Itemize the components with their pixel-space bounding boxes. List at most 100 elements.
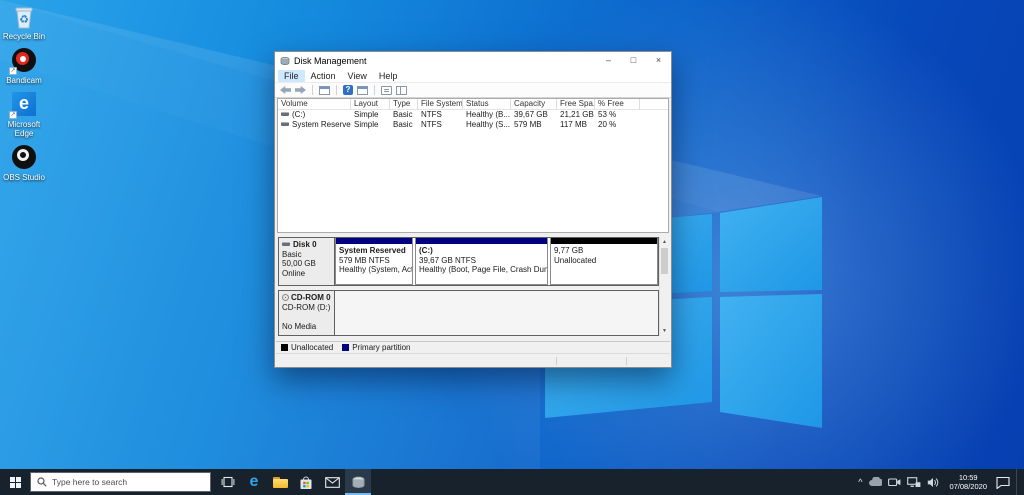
taskbar-clock[interactable]: 10:59 07/08/2020 (946, 473, 990, 491)
desktop-icon-recycle-bin[interactable]: ♻ Recycle Bin (2, 4, 46, 41)
column-header-capacity[interactable]: Capacity (511, 99, 557, 109)
legend-primary-partition: Primary partition (342, 343, 410, 352)
status-bar (276, 353, 670, 367)
file-explorer-button[interactable] (267, 469, 293, 495)
graphical-view-pane: Disk 0 Basic 50,00 GB Online System Rese… (276, 234, 670, 367)
partition-unallocated[interactable]: 9,77 GB Unallocated (550, 238, 658, 285)
desktop-icon-microsoft-edge[interactable]: e ↗ Microsoft Edge (2, 92, 46, 138)
column-header-file-system[interactable]: File System (418, 99, 463, 109)
mail-icon (325, 477, 340, 488)
microsoft-store-icon (299, 475, 313, 490)
disk-management-app-icon (280, 56, 290, 66)
partition-c-drive[interactable]: (C:) 39,67 GB NTFS Healthy (Boot, Page F… (415, 238, 548, 285)
desktop-icon-bandicam[interactable]: ↗ Bandicam (2, 48, 46, 85)
disk-management-taskbar-button[interactable] (345, 469, 371, 495)
window-title: Disk Management (294, 56, 367, 66)
bandicam-icon: ↗ (11, 48, 37, 74)
help-icon[interactable]: ? (343, 85, 353, 95)
search-input[interactable]: Type here to search (30, 472, 211, 492)
vertical-scrollbar[interactable]: ▲ ▼ (659, 237, 669, 336)
mail-button[interactable] (319, 469, 345, 495)
volume-icon (281, 112, 289, 116)
maximize-button[interactable]: □ (621, 52, 646, 70)
window-titlebar[interactable]: Disk Management – □ × (275, 52, 671, 70)
column-header-layout[interactable]: Layout (351, 99, 390, 109)
volume-icon[interactable] (927, 477, 940, 488)
menu-view[interactable]: View (342, 70, 373, 82)
layout-pane-icon[interactable] (396, 86, 407, 95)
menu-bar: File Action View Help (275, 70, 671, 83)
hidden-icons-chevron[interactable]: ^ (858, 478, 862, 487)
column-header-filler (640, 99, 668, 109)
partition-system-reserved[interactable]: System Reserved 579 MB NTFS Healthy (Sys… (335, 238, 413, 285)
column-header-status[interactable]: Status (463, 99, 511, 109)
column-header-pct-free[interactable]: % Free (595, 99, 640, 109)
status-separator (556, 357, 557, 365)
task-view-button[interactable] (215, 469, 241, 495)
clock-time: 10:59 (959, 473, 978, 482)
edge-taskbar-button[interactable]: e (241, 469, 267, 495)
menu-action[interactable]: Action (305, 70, 342, 82)
minimize-button[interactable]: – (596, 52, 621, 70)
svg-text:♻: ♻ (19, 14, 29, 26)
clock-date: 07/08/2020 (949, 482, 987, 491)
column-header-type[interactable]: Type (390, 99, 418, 109)
column-header-volume[interactable]: Volume (278, 99, 351, 109)
forward-arrow-icon[interactable] (295, 86, 306, 94)
back-arrow-icon[interactable] (280, 86, 291, 94)
search-icon (37, 477, 47, 487)
bandicam-tray-icon[interactable] (888, 477, 901, 487)
disk-0-label-panel[interactable]: Disk 0 Basic 50,00 GB Online (279, 238, 335, 285)
cdrom-0-label-panel[interactable]: CD-ROM 0 CD-ROM (D:) No Media (279, 291, 335, 335)
onedrive-icon[interactable] (868, 477, 882, 487)
taskbar-apps: e (215, 469, 371, 495)
volume-icon (281, 122, 289, 126)
legend-bar: Unallocated Primary partition (276, 341, 670, 353)
show-desktop-button[interactable] (1016, 469, 1020, 495)
scroll-up-icon[interactable]: ▲ (660, 237, 669, 247)
menu-help[interactable]: Help (373, 70, 404, 82)
shortcut-arrow-icon: ↗ (9, 67, 17, 75)
properties-window-icon[interactable] (357, 86, 368, 95)
obs-studio-icon (11, 145, 37, 171)
table-row-system-reserved[interactable]: System Reserved Simple Basic NTFS Health… (278, 120, 668, 130)
taskbar: Type here to search e (0, 469, 1024, 495)
microsoft-store-button[interactable] (293, 469, 319, 495)
desktop-icon-list: ♻ Recycle Bin ↗ Bandicam e ↗ Microsoft E… (2, 4, 46, 189)
disk-management-window: Disk Management – □ × File Action View H… (274, 51, 672, 368)
action-center-icon[interactable] (996, 476, 1010, 489)
desktop-icon-obs-studio[interactable]: OBS Studio (2, 145, 46, 182)
table-row-c-drive[interactable]: (C:) Simple Basic NTFS Healthy (B... 39,… (278, 110, 668, 120)
disk-0-group: Disk 0 Basic 50,00 GB Online System Rese… (278, 237, 659, 286)
toolbar-separator (336, 85, 337, 95)
menu-file[interactable]: File (278, 70, 305, 82)
scroll-down-icon[interactable]: ▼ (660, 326, 669, 336)
desktop-icon-label: OBS Studio (2, 173, 46, 182)
close-button[interactable]: × (646, 52, 671, 70)
column-header-free-space[interactable]: Free Spa... (557, 99, 595, 109)
desktop-icon-label: Recycle Bin (2, 32, 46, 41)
desktop-icon-label: Microsoft Edge (2, 120, 46, 138)
primary-partition-swatch (342, 344, 349, 351)
actions-pane-icon[interactable] (381, 86, 392, 95)
toolbar-separator (312, 85, 313, 95)
unallocated-swatch (281, 344, 288, 351)
console-window-icon[interactable] (319, 86, 330, 95)
scrollbar-thumb[interactable] (661, 248, 668, 274)
toolbar-separator (374, 85, 375, 95)
start-button[interactable] (0, 469, 30, 495)
recycle-bin-icon: ♻ (11, 4, 37, 30)
task-view-icon (221, 476, 235, 488)
file-explorer-icon (273, 477, 288, 488)
status-separator (626, 357, 627, 365)
network-icon[interactable] (907, 477, 921, 488)
shortcut-arrow-icon: ↗ (9, 111, 17, 119)
legend-unallocated: Unallocated (281, 343, 333, 352)
system-tray: ^ 10:59 07/08/2020 (858, 469, 1024, 495)
windows-logo-icon (10, 477, 21, 488)
volume-list-header: Volume Layout Type File System Status Ca… (278, 99, 668, 110)
search-placeholder: Type here to search (52, 477, 127, 487)
edge-icon: e (250, 474, 259, 490)
toolbar: ? (275, 83, 671, 98)
cdrom-empty-area[interactable] (335, 291, 658, 335)
